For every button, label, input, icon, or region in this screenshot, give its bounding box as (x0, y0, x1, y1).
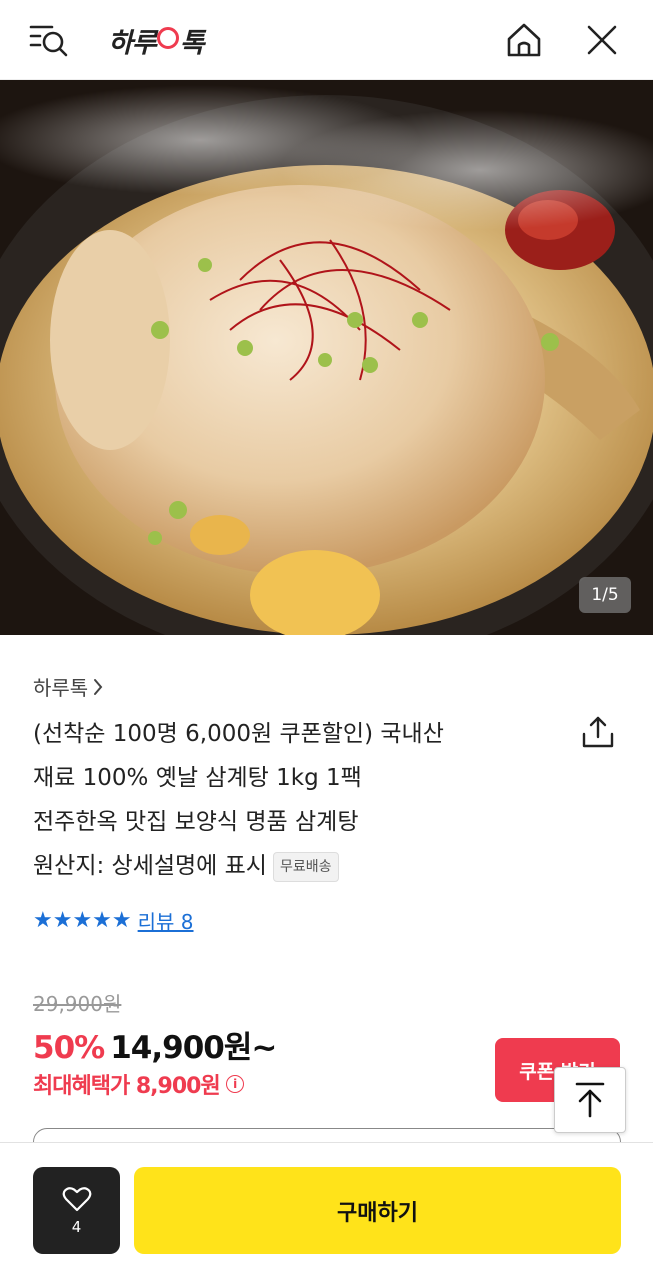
home-icon[interactable] (502, 18, 546, 62)
app-logo[interactable]: 하루 톡 (108, 20, 205, 60)
menu-search-icon[interactable] (26, 18, 70, 62)
buy-button[interactable]: 구매하기 (134, 1167, 621, 1254)
max-benefit-text: 최대혜택가 8,900원 (33, 1074, 221, 1099)
product-title-line: (선착순 100명 6,000원 쿠폰할인) 국내산 (33, 721, 444, 747)
arrow-up-icon (575, 1082, 605, 1118)
price-row: 50% 14,900원~ (33, 1022, 277, 1067)
max-benefit-price: 최대혜택가 8,900원 i (33, 1068, 244, 1100)
image-pager: 1/5 (579, 577, 631, 613)
like-count: 4 (71, 1217, 82, 1236)
brand-name: 하루톡 (33, 676, 89, 700)
free-shipping-badge: 무료배송 (272, 851, 339, 882)
info-icon[interactable]: i (225, 1075, 244, 1093)
star-rating: ★★★★★ (33, 908, 132, 933)
sale-price: 14,900원~ (110, 1030, 277, 1066)
brand-link[interactable]: 하루톡 (33, 672, 104, 701)
product-title: (선착순 100명 6,000원 쿠폰할인) 국내산 재료 100% 옛날 삼계… (33, 712, 553, 888)
discount-rate: 50% (33, 1030, 105, 1066)
product-title-line: 재료 100% 옛날 삼계탕 1kg 1팩 (33, 765, 362, 791)
like-button[interactable]: 4 (33, 1167, 120, 1254)
chevron-right-icon (92, 678, 104, 696)
bottom-action-bar: 4 구매하기 (0, 1142, 653, 1280)
product-photo (0, 80, 653, 635)
close-icon[interactable] (580, 18, 624, 62)
product-title-line: 원산지: 상세설명에 표시 무료배송 (33, 844, 553, 888)
original-price: 29,900원 (33, 992, 122, 1016)
heart-icon (62, 1186, 91, 1211)
share-icon[interactable] (578, 712, 618, 752)
review-link[interactable]: 리뷰 8 (138, 906, 194, 935)
product-title-line: 전주한옥 맛집 보양식 명품 삼계탕 (33, 809, 359, 835)
logo-mark (156, 27, 179, 49)
top-header: 하루 톡 (0, 0, 653, 80)
rating-summary: ★★★★★ 리뷰 8 (33, 906, 194, 935)
origin-text: 원산지: 상세설명에 표시 (33, 853, 267, 879)
scroll-to-top-button[interactable] (554, 1067, 626, 1133)
product-image-carousel[interactable]: 1/5 (0, 80, 653, 635)
